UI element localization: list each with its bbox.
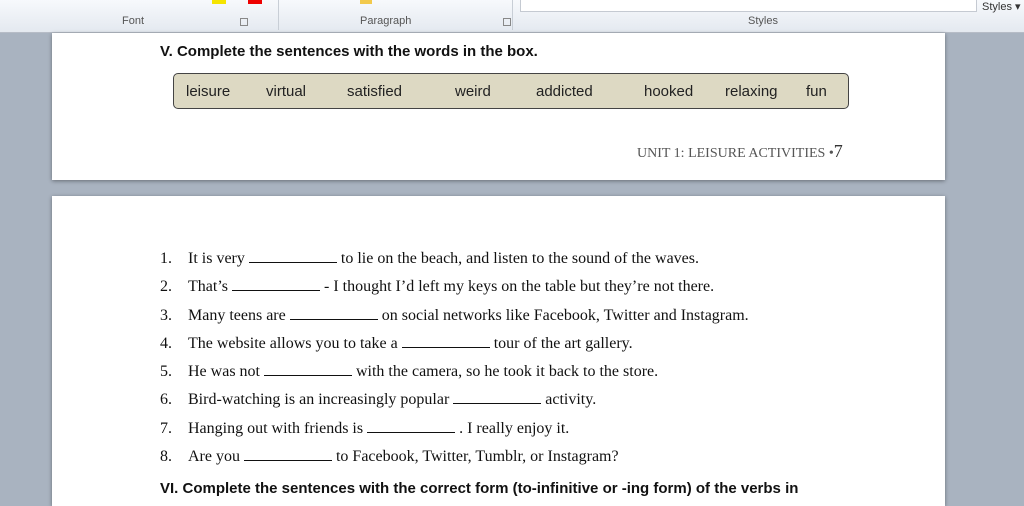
word: satisfied (347, 82, 403, 100)
item-number: 5. (160, 363, 172, 381)
answer-blank[interactable] (248, 250, 337, 263)
word: hooked (644, 82, 694, 100)
answer-blank[interactable] (401, 335, 490, 348)
exercise-vi-heading: VI. Complete the sentences with the corr… (160, 480, 799, 497)
sentence-start: It is very (188, 250, 245, 267)
sentence-start: Hanging out with friends is (188, 419, 364, 437)
sentence-start: The website allows you to take a (188, 334, 398, 352)
item-number: 7. (160, 419, 172, 437)
sentence-end: - I thought I’d left my keys on the tabl… (324, 278, 715, 296)
sentence-end: tour of the art gallery. (493, 334, 633, 352)
footer-text: UNIT 1: LEISURE ACTIVITIES • (637, 146, 834, 161)
answer-blank[interactable] (289, 307, 378, 320)
sentence-item: 7. Hanging out with friends is . I really … (160, 420, 749, 448)
answer-blank[interactable] (263, 363, 352, 377)
page-2: 1. It is very to lie on the beach, and lis… (52, 196, 945, 506)
sentence-end: activity. (545, 391, 597, 409)
ribbon: Font Paragraph Styles Styles ▾ (0, 0, 1024, 33)
highlight-color-icon[interactable] (212, 0, 226, 4)
paragraph-dialog-launcher-icon[interactable] (503, 18, 511, 26)
separator (278, 0, 279, 30)
separator (512, 0, 513, 30)
sentence-item: 8. Are you to Facebook, Twitter, Tumblr, o… (160, 448, 749, 476)
sentence-start: That’s (188, 278, 228, 296)
sentence-end: with the camera, so he took it back to t… (355, 363, 659, 381)
shading-icon[interactable] (360, 0, 372, 4)
answer-blank[interactable] (243, 448, 332, 462)
sentence-start: Bird-watching is an increasingly popular (188, 391, 450, 409)
font-color-icon[interactable] (248, 0, 262, 4)
group-font: Font (122, 15, 145, 27)
word: relaxing (725, 82, 778, 100)
page-footer: UNIT 1: LEISURE ACTIVITIES •7 (637, 141, 843, 162)
sentence-item: 6. Bird-watching is an increasingly popul… (160, 391, 749, 419)
page-1: V. Complete the sentences with the words… (52, 33, 945, 180)
sentence-end: to lie on the beach, and listen to the s… (340, 250, 700, 267)
word: weird (455, 82, 491, 100)
answer-blank[interactable] (367, 420, 456, 433)
sentence-start: He was not (188, 363, 260, 381)
sentence-item: 4. The website allows you to take a tour o… (160, 335, 749, 363)
item-number: 1. (160, 250, 172, 267)
answer-blank[interactable] (453, 391, 542, 405)
sentence-item: 2. That’s - I thought I’d left my keys on … (160, 278, 749, 306)
sentence-start: Are you (188, 448, 240, 466)
sentence-item: 1. It is very to lie on the beach, and lis… (160, 250, 749, 278)
exercise-v-heading: V. Complete the sentences with the words… (160, 43, 538, 60)
sentence-item: 5. He was not with the camera, so he took … (160, 363, 749, 391)
word-box: leisure virtual satisfied weird addicted… (173, 73, 849, 109)
item-number: 2. (160, 278, 172, 296)
group-paragraph: Paragraph (360, 15, 412, 27)
sentence-item: 3. Many teens are on social networks like … (160, 307, 749, 335)
change-styles-button[interactable]: Styles ▾ (982, 0, 1021, 13)
sentence-list: 1. It is very to lie on the beach, and lis… (160, 250, 749, 476)
word: virtual (266, 82, 307, 100)
sentence-start: Many teens are (188, 306, 286, 324)
styles-gallery[interactable] (520, 0, 977, 12)
font-dialog-launcher-icon[interactable] (240, 18, 248, 26)
word: leisure (186, 82, 231, 100)
item-number: 4. (160, 334, 172, 352)
sentence-end: . I really enjoy it. (459, 419, 570, 437)
page-number: 7 (833, 141, 843, 161)
item-number: 8. (160, 448, 172, 466)
item-number: 3. (160, 306, 172, 324)
item-number: 6. (160, 391, 172, 409)
word: fun (806, 82, 827, 100)
sentence-end: on social networks like Facebook, Twitte… (381, 306, 749, 324)
answer-blank[interactable] (232, 278, 320, 292)
group-styles: Styles (748, 15, 778, 27)
word: addicted (536, 82, 593, 100)
sentence-end: to Facebook, Twitter, Tumblr, or Instagr… (335, 448, 619, 466)
